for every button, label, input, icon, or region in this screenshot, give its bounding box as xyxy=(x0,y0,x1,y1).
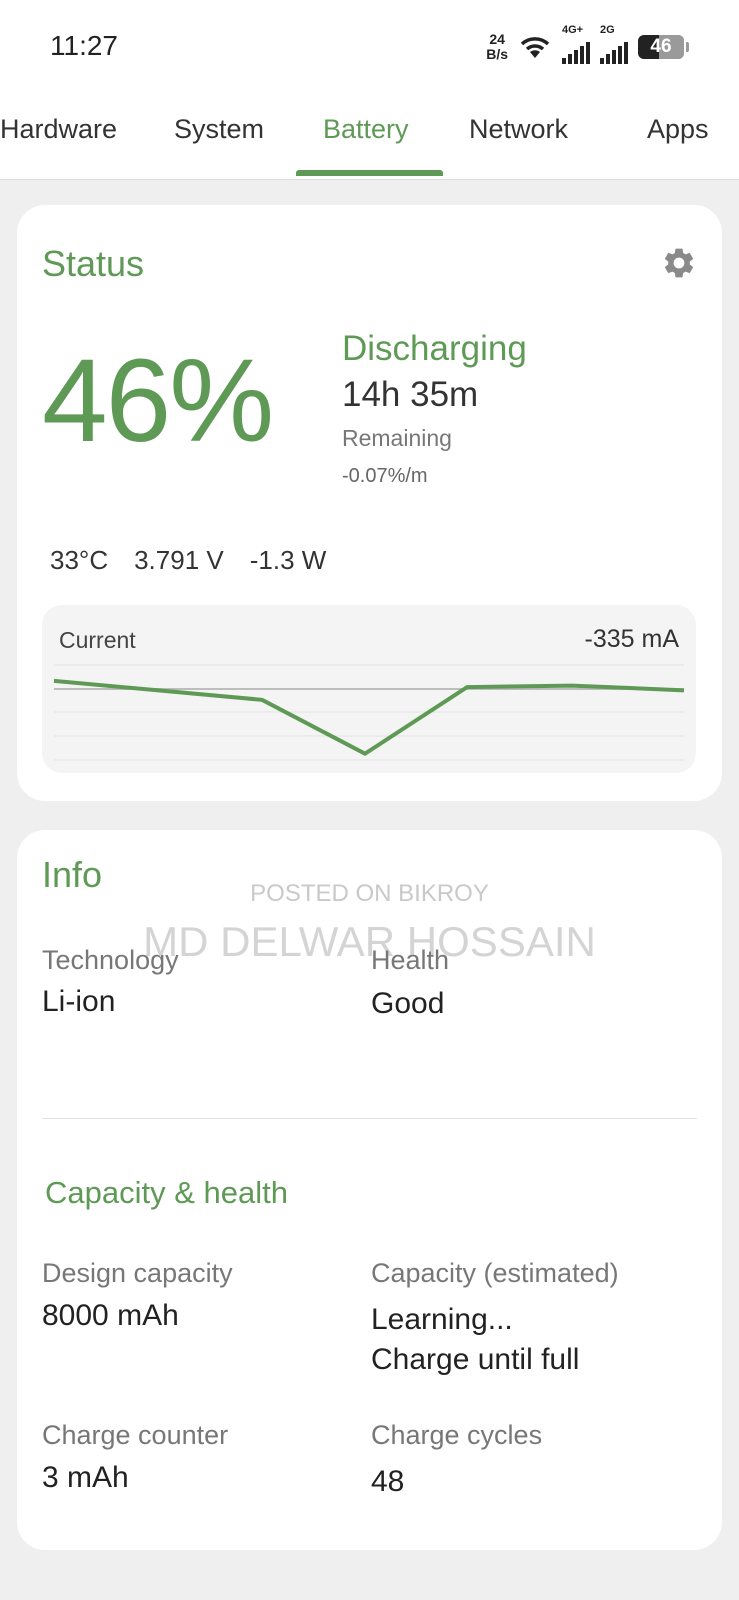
discharge-rate: -0.07%/m xyxy=(342,465,428,487)
status-card: Status 46% Discharging 14h 35m Remaining… xyxy=(17,205,722,801)
charge-counter-label: Charge counter xyxy=(42,1420,229,1450)
health-value: Good xyxy=(371,987,445,1020)
design-capacity-label: Design capacity xyxy=(42,1258,233,1288)
tab-battery[interactable]: Battery xyxy=(323,114,409,145)
info-title: Info xyxy=(42,854,103,895)
network-speed-unit: B/s xyxy=(486,46,508,62)
network-speed-value: 24 xyxy=(489,31,505,47)
capacity-section-title: Capacity & health xyxy=(45,1175,288,1210)
network-speed: 24 B/s xyxy=(486,32,508,62)
current-chart-plot xyxy=(53,664,685,761)
battery-tip xyxy=(686,42,689,52)
status-bar: 11:27 24 B/s 4G+ 2G 46 xyxy=(0,0,739,96)
wifi-icon xyxy=(520,37,550,58)
technology-value: Li-ion xyxy=(42,985,116,1018)
sim1-network-type: 4G+ xyxy=(562,24,584,36)
tab-system[interactable]: System xyxy=(174,114,264,145)
charge-counter-value: 3 mAh xyxy=(42,1461,129,1494)
estimated-capacity-value-line2: Charge until full xyxy=(371,1343,580,1376)
gear-icon[interactable] xyxy=(661,245,697,281)
health-label: Health xyxy=(371,945,450,975)
info-card: POSTED ON BIKROY MD DELWAR HOSSAIN Info … xyxy=(17,830,722,1550)
remaining-label: Remaining xyxy=(342,425,452,451)
charge-cycles-value: 48 xyxy=(371,1465,405,1498)
charge-cycles-label: Charge cycles xyxy=(371,1420,543,1450)
battery-stats: 33°C 3.791 V -1.3 W xyxy=(50,545,326,576)
tab-apps[interactable]: Apps xyxy=(647,114,709,145)
status-title: Status xyxy=(42,243,145,284)
design-capacity-value: 8000 mAh xyxy=(42,1299,179,1332)
power: -1.3 W xyxy=(249,545,327,575)
battery-icon: 46 xyxy=(638,35,684,59)
tab-network[interactable]: Network xyxy=(469,114,568,145)
current-chart: Current -335 mA xyxy=(42,605,696,773)
status-bar-indicators: 24 B/s 4G+ 2G 46 xyxy=(486,24,689,64)
estimated-capacity-label: Capacity (estimated) xyxy=(371,1258,619,1288)
current-series-line xyxy=(53,678,685,756)
watermark-line1: POSTED ON BIKROY xyxy=(250,880,489,907)
time-remaining: 14h 35m xyxy=(342,375,479,414)
temperature: 33°C xyxy=(50,545,109,575)
charging-state: Discharging xyxy=(342,329,527,368)
sim2-network-type: 2G xyxy=(600,24,615,36)
tab-bar: Hardware System Battery Network Apps xyxy=(0,96,739,180)
battery-percent: 46% xyxy=(42,335,274,467)
technology-label: Technology xyxy=(42,945,179,975)
sim2-signal-icon: 2G xyxy=(600,24,628,64)
tab-hardware[interactable]: Hardware xyxy=(0,114,117,145)
estimated-capacity-value-line1: Learning... xyxy=(371,1303,513,1336)
battery-level-text: 46 xyxy=(650,36,672,57)
section-divider xyxy=(42,1118,697,1119)
active-tab-indicator xyxy=(296,170,443,176)
status-bar-time: 11:27 xyxy=(50,30,118,61)
sim1-signal-icon: 4G+ xyxy=(562,24,590,64)
voltage: 3.791 V xyxy=(134,545,224,575)
